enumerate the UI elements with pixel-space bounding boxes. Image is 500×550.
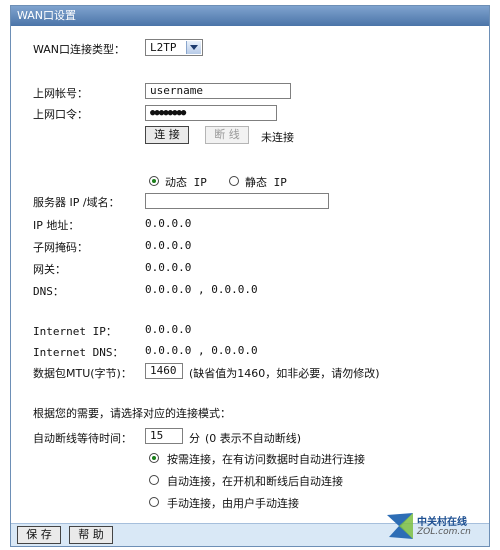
server-input[interactable] [145, 193, 329, 209]
gateway-label: 网关： [33, 263, 66, 276]
watermark-site: ZOL.com.cn [417, 527, 471, 537]
manual-connect-label: 手动连接，由用户手动连接 [167, 497, 299, 510]
mode-prompt: 根据您的需要，请选择对应的连接模式： [33, 407, 231, 420]
ip-address-value: 0.0.0.0 [145, 217, 192, 230]
account-input[interactable]: username [145, 83, 291, 99]
password-label: 上网口令： [33, 108, 88, 121]
manual-connect-radio[interactable] [149, 497, 159, 507]
help-button[interactable]: 帮 助 [69, 526, 113, 544]
internet-ip-label: Internet IP： [33, 325, 117, 338]
internet-dns-label: Internet DNS： [33, 346, 124, 359]
idle-time-label: 自动断线等待时间： [33, 432, 132, 445]
wan-type-select[interactable]: L2TP [145, 39, 203, 56]
idle-time-unit: 分 [189, 432, 200, 445]
panel-title: WAN口设置 [11, 6, 489, 26]
connection-status: 未连接 [261, 131, 294, 144]
disconnect-button[interactable]: 断 线 [205, 126, 249, 144]
dynamic-ip-label: 动态 IP [165, 176, 207, 189]
chevron-down-icon [186, 41, 201, 54]
internet-ip-value: 0.0.0.0 [145, 323, 192, 336]
subnet-mask-label: 子网掩码： [33, 241, 88, 254]
static-ip-label: 静态 IP [245, 176, 287, 189]
on-demand-radio[interactable] [149, 453, 159, 463]
password-input[interactable]: ●●●●●●●● [145, 105, 277, 121]
subnet-mask-value: 0.0.0.0 [145, 239, 192, 252]
static-ip-radio[interactable] [229, 176, 239, 186]
on-demand-label: 按需连接，在有访问数据时自动进行连接 [167, 453, 365, 466]
watermark-logo: 中关村在线 ZOL.com.cn [385, 511, 483, 543]
mtu-label: 数据包MTU(字节)： [33, 367, 132, 380]
zol-logo-icon [387, 513, 413, 539]
mtu-input[interactable]: 1460 [145, 363, 183, 379]
dns-value: 0.0.0.0 , 0.0.0.0 [145, 283, 258, 296]
gateway-value: 0.0.0.0 [145, 261, 192, 274]
dns-label: DNS： [33, 285, 64, 298]
dynamic-ip-radio[interactable] [149, 176, 159, 186]
server-label: 服务器 IP /域名： [33, 196, 120, 209]
idle-time-input[interactable]: 15 [145, 428, 183, 444]
auto-connect-radio[interactable] [149, 475, 159, 485]
watermark-brand: 中关村在线 [417, 517, 467, 528]
wan-type-value: L2TP [150, 41, 177, 54]
idle-time-hint: (0 表示不自动断线) [205, 432, 302, 445]
save-button[interactable]: 保 存 [17, 526, 61, 544]
auto-connect-label: 自动连接，在开机和断线后自动连接 [167, 475, 343, 488]
connect-button[interactable]: 连 接 [145, 126, 189, 144]
internet-dns-value: 0.0.0.0 , 0.0.0.0 [145, 344, 258, 357]
wan-type-label: WAN口连接类型： [33, 43, 126, 56]
ip-address-label: IP 地址： [33, 219, 80, 232]
mtu-hint: (缺省值为1460，如非必要，请勿修改) [189, 367, 380, 380]
account-label: 上网帐号： [33, 87, 88, 100]
wan-settings-panel: WAN口设置 WAN口连接类型： L2TP 上网帐号： username 上网口… [10, 5, 490, 547]
